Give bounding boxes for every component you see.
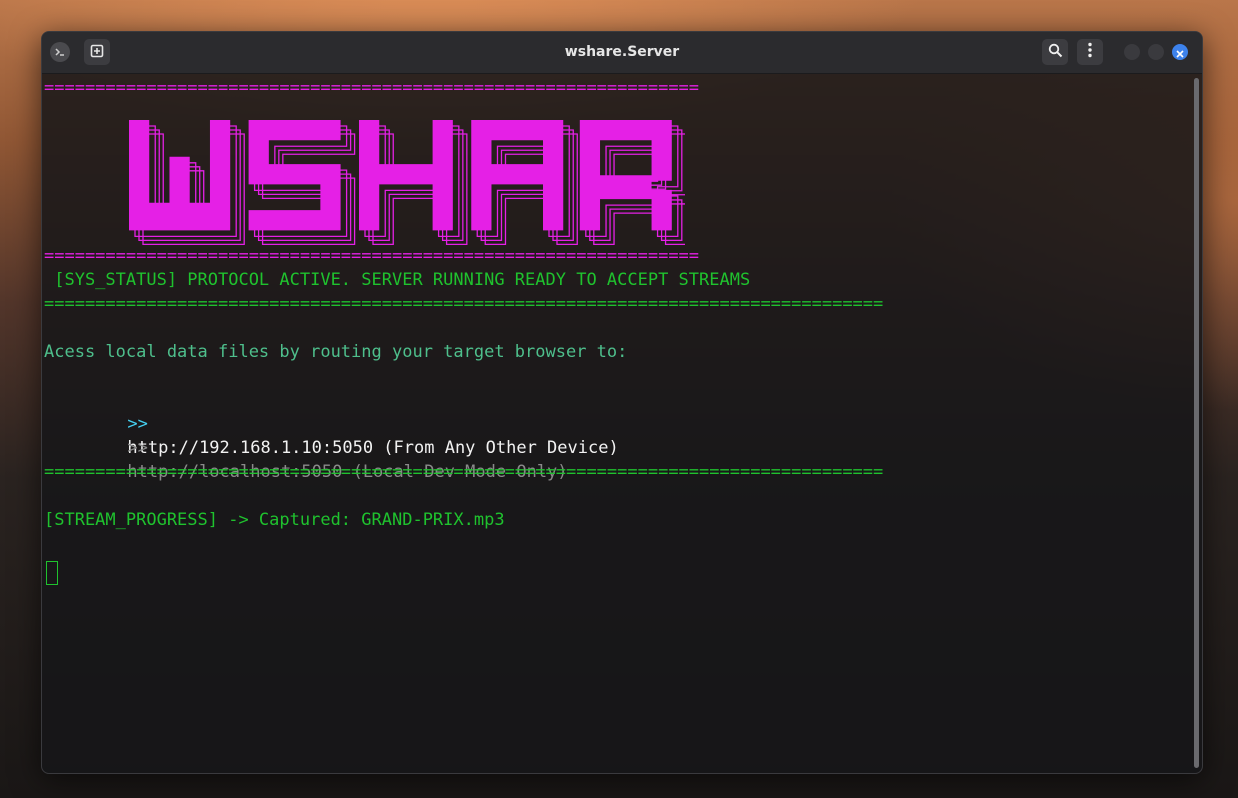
terminal-window: wshare.Server ==========================… — [41, 31, 1203, 774]
progress-line: [STREAM_PROGRESS] -> Captured: GRAND-PRI… — [44, 510, 505, 530]
window-title: wshare.Server — [564, 44, 680, 60]
banner-layer — [129, 120, 673, 231]
menu-button[interactable] — [1077, 39, 1103, 65]
wshare-banner: WSHARE — [64, 96, 687, 246]
divider-status: ========================================… — [44, 294, 884, 314]
close-button[interactable] — [1172, 44, 1188, 60]
kebab-menu-icon — [1088, 42, 1092, 62]
close-icon — [1176, 43, 1184, 62]
search-button[interactable] — [1042, 39, 1068, 65]
divider-urls: ========================================… — [44, 462, 884, 482]
status-line: [SYS_STATUS] PROTOCOL ACTIVE. SERVER RUN… — [44, 270, 751, 290]
access-prompt: Acess local data files by routing your t… — [44, 342, 628, 362]
maximize-button[interactable] — [1148, 44, 1164, 60]
network-url-line: >> http://192.168.1.10:5050 (From Any Ot… — [66, 388, 618, 458]
divider-banner: ========================================… — [44, 246, 700, 266]
minimize-button[interactable] — [1124, 44, 1140, 60]
title-bar[interactable]: wshare.Server — [42, 32, 1202, 74]
route-marker: >> — [127, 438, 148, 458]
network-url[interactable]: http://192.168.1.10:5050 (From Any Other… — [127, 438, 618, 458]
search-icon — [1048, 43, 1063, 62]
terminal-cursor — [46, 561, 58, 585]
local-url-line: >> http://localhost:5050 (Local Dev Mode… — [66, 412, 567, 482]
scrollbar[interactable] — [1194, 78, 1199, 768]
terminal-output[interactable]: ========================================… — [44, 74, 1184, 764]
